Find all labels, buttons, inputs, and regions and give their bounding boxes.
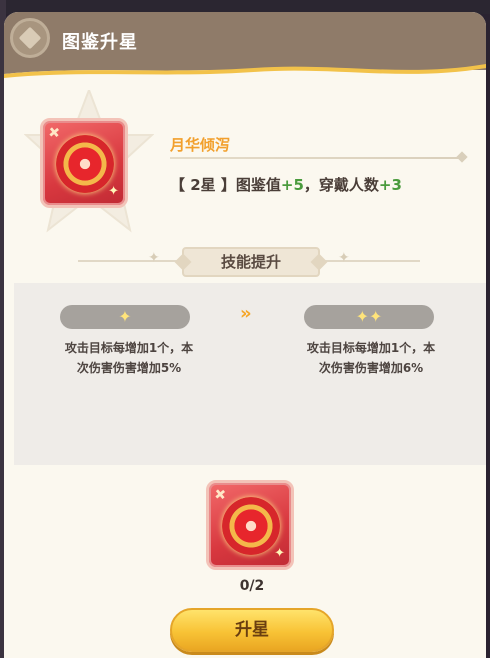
- current-skill-desc: 攻击目标每增加1个，本 次伤害伤害增加5%: [44, 338, 214, 378]
- double-arrow-icon: »: [240, 303, 252, 324]
- next-desc-line: 攻击目标每增加1个，本: [306, 341, 436, 355]
- material-count: 0/2: [239, 578, 265, 594]
- sword-icon: ✚: [45, 123, 65, 143]
- divider-left: [78, 260, 178, 262]
- item-name: 月华倾泻: [170, 136, 231, 154]
- item-card-icon[interactable]: ✚ ✦: [40, 118, 128, 208]
- gem-icon: [56, 135, 114, 193]
- sparkle-icon: ✦: [274, 546, 285, 561]
- bonus-value-wearers: +3: [378, 176, 402, 194]
- divider-right: [320, 260, 420, 262]
- current-desc-line: 攻击目标每增加1个，本: [64, 341, 194, 355]
- sparkle-icon: ✦: [108, 184, 119, 199]
- upgrade-star-button[interactable]: 升星: [170, 608, 334, 652]
- emblem-icon: [10, 18, 50, 58]
- sword-icon: ✚: [211, 485, 231, 505]
- star-upgrade-panel: 图鉴升星 ✚ ✦ 月华倾泻 【 2星 】图鉴值+5，穿戴人数+3 ✦ ✦ 技能提…: [4, 12, 486, 658]
- current-desc-line: 次伤害伤害增加5%: [76, 361, 182, 375]
- sparkle-icon: ✦: [338, 250, 350, 266]
- current-star-pill: ✦: [60, 305, 190, 329]
- name-underline: [170, 157, 466, 159]
- bonus-prefix: 【 2星 】图鉴值: [170, 176, 281, 194]
- gem-icon: [222, 497, 280, 555]
- bonus-mid: ，穿戴人数: [303, 176, 379, 194]
- underline-cap: [456, 151, 468, 163]
- star-bonus-text: 【 2星 】图鉴值+5，穿戴人数+3: [170, 174, 402, 195]
- header-wave: [4, 56, 486, 78]
- next-skill-desc: 攻击目标每增加1个，本 次伤害伤害增加6%: [286, 338, 456, 378]
- next-star-pill: ✦✦: [304, 305, 434, 329]
- panel-title: 图鉴升星: [62, 32, 138, 53]
- bonus-value-collection: +5: [280, 176, 304, 194]
- sparkle-icon: ✦: [148, 250, 160, 266]
- next-desc-line: 次伤害伤害增加6%: [318, 361, 424, 375]
- section-title-skill-upgrade: 技能提升: [182, 247, 320, 277]
- material-card-icon[interactable]: ✚ ✦: [206, 480, 294, 570]
